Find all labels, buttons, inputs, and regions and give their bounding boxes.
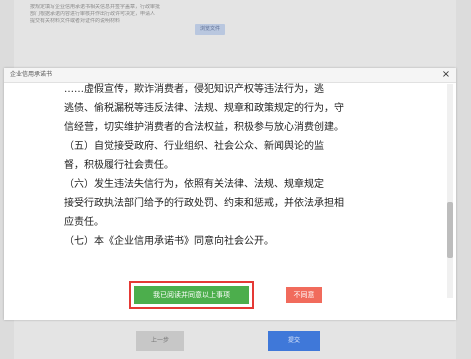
- submit-button[interactable]: 提交: [268, 331, 320, 351]
- background-notice-text: 按规定填写企业信用承诺书相关信息并签字盖章，行政审批 部门根据承诺内容进行审核并…: [30, 4, 180, 25]
- content-line: （七）本《企业信用承诺书》同意向社会公开。: [64, 236, 274, 247]
- notice-line: 部门根据承诺内容进行审核并作出行政许可决定，申请人: [30, 11, 156, 17]
- dialog-title: 企业信用承诺书: [10, 71, 53, 78]
- content-line: （六）发生违法失信行为，依照有关法律、法规、规章规定: [64, 179, 324, 190]
- credit-commitment-dialog: 企业信用承诺书 × ……虚假宣传，欺诈消费者，侵犯知识产权等违法行为，逃 逃债、…: [4, 68, 456, 320]
- content-line: ……虚假宣传，欺诈消费者，侵犯知识产权等违法行为，逃: [64, 84, 324, 95]
- content-line: 应责任。: [64, 217, 104, 228]
- content-line: （五）自觉接受政府、行业组织、社会公众、新闻舆论的监: [64, 141, 324, 152]
- previous-step-button[interactable]: 上一步: [136, 331, 184, 351]
- content-line: 信经营，切实维护消费者的合法权益，积极参与放心消费创建。: [64, 122, 344, 133]
- notice-line: 提交有关材料文件或者对证件的说明材料: [30, 18, 121, 24]
- dialog-content: ……虚假宣传，欺诈消费者，侵犯知识产权等违法行为，逃 逃债、偷税漏税等违反法律、…: [64, 80, 374, 278]
- content-line: 逃债、偷税漏税等违反法律、法规、规章和政策规定的行为，守: [64, 103, 344, 114]
- dialog-scrollbar[interactable]: [447, 84, 453, 298]
- close-icon[interactable]: ×: [440, 69, 452, 81]
- scrollbar-thumb[interactable]: [447, 202, 453, 258]
- notice-line: 按规定填写企业信用承诺书相关信息并签字盖章，行政审批: [30, 4, 161, 10]
- content-line: 接受行政执法部门给予的行政处罚、约束和惩戒，并依法承担相: [64, 198, 344, 209]
- agree-button[interactable]: 我已阅读并同意以上事项: [129, 281, 254, 309]
- disagree-button[interactable]: 不同意: [286, 287, 322, 303]
- browse-file-button[interactable]: 浏览文件: [195, 24, 225, 35]
- content-line: 督，积极履行社会责任。: [64, 160, 174, 171]
